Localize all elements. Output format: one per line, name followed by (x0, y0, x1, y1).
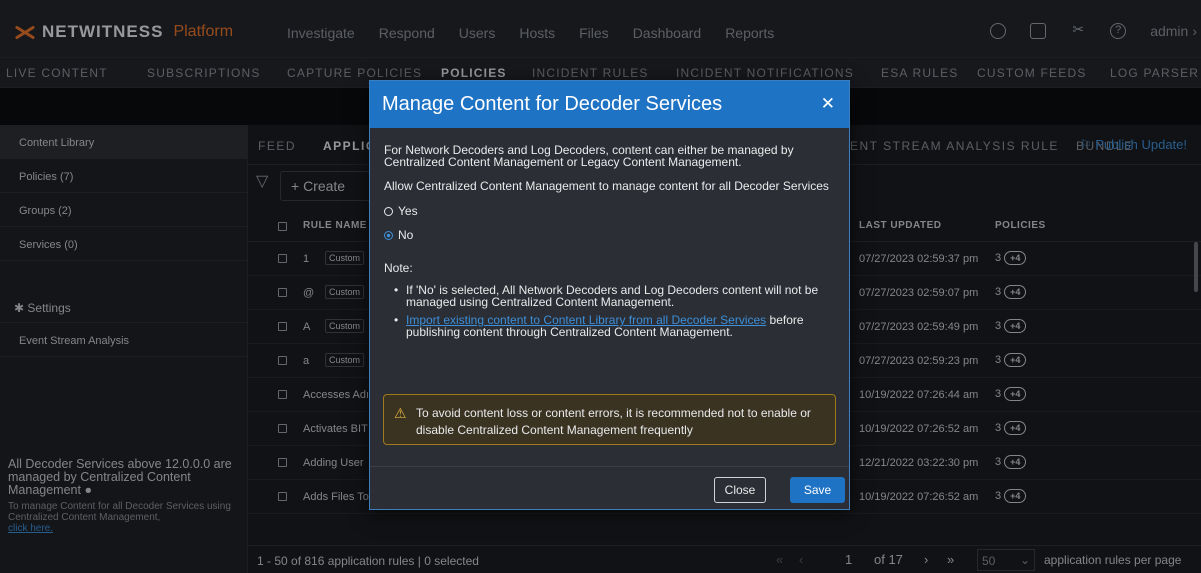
manage-content-dialog: Manage Content for Decoder Services ✕ Fo… (369, 80, 850, 510)
warning-text: To avoid content loss or content errors,… (416, 406, 811, 437)
note-bullet-2: Import existing content to Content Libra… (384, 314, 834, 338)
close-icon[interactable]: ✕ (821, 94, 835, 114)
note-label: Note: (384, 261, 413, 275)
radio-yes-label: Yes (398, 204, 418, 218)
save-button[interactable]: Save (790, 477, 845, 503)
radio-no[interactable]: No (384, 228, 834, 242)
close-button[interactable]: Close (714, 477, 766, 503)
radio-yes[interactable]: Yes (384, 204, 834, 218)
radio-yes-circle[interactable] (384, 206, 393, 216)
dialog-question: Allow Centralized Content Management to … (384, 179, 829, 193)
dialog-header: Manage Content for Decoder Services ✕ (370, 81, 849, 128)
note-bullet-1: If 'No' is selected, All Network Decoder… (384, 284, 834, 308)
dialog-title: Manage Content for Decoder Services (382, 93, 723, 115)
warning-banner: ⚠ To avoid content loss or content error… (383, 394, 836, 445)
radio-no-label: No (398, 228, 414, 242)
dialog-body: For Network Decoders and Log Decoders, c… (384, 144, 834, 338)
dialog-intro: For Network Decoders and Log Decoders, c… (384, 143, 794, 169)
warning-icon: ⚠ (394, 405, 407, 421)
radio-no-circle[interactable] (384, 230, 393, 240)
dialog-footer: Close Save (370, 466, 849, 509)
